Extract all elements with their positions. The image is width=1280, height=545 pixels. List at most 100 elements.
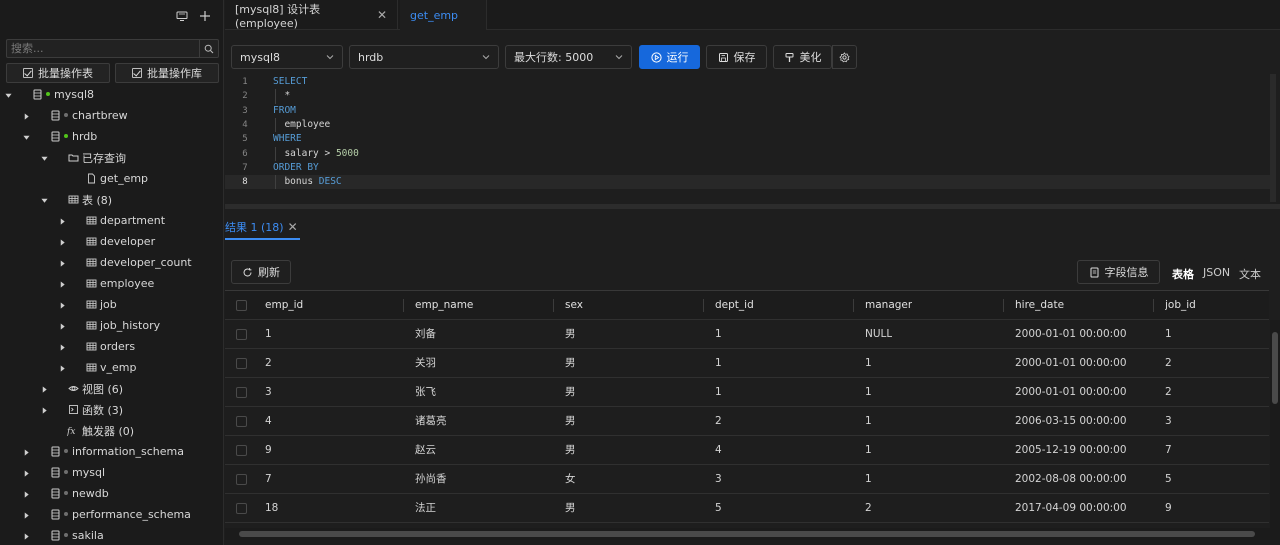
chevron-right-icon[interactable] [22,112,30,120]
tree-item-developer[interactable]: developer [0,231,223,252]
column-header-emp-name[interactable]: emp_name [415,291,473,320]
table-cell[interactable]: 5 [1165,465,1172,494]
table-cell[interactable]: 诸葛亮 [415,407,447,436]
search-button[interactable] [199,40,218,57]
tree-item-performance_schema[interactable]: performance_schema [0,504,223,525]
view-table[interactable]: 表格 [1172,266,1194,282]
scroll-thumb[interactable] [1272,332,1278,404]
refresh-button[interactable]: 刷新 [231,260,291,284]
tree-item-mysql[interactable]: mysql [0,462,223,483]
row-checkbox[interactable] [236,387,247,398]
code-line[interactable]: 4 employee [225,117,1270,133]
tree-item-chartbrew[interactable]: chartbrew [0,105,223,126]
max-rows-select[interactable]: 最大行数: 5000 [505,45,632,69]
pane-splitter[interactable] [225,204,1280,209]
tree-item-6[interactable]: 视图 (6) [0,378,223,399]
tree-item-8[interactable]: 表 (8) [0,189,223,210]
table-cell[interactable]: 3 [715,465,722,494]
chevron-right-icon[interactable] [58,280,66,288]
database-select[interactable]: hrdb [349,45,499,69]
table-cell[interactable]: 1 [865,349,872,378]
column-resize-handle[interactable] [553,299,554,312]
code-line[interactable]: 5 WHERE [225,132,1270,146]
chevron-down-icon[interactable] [40,154,48,162]
chevron-right-icon[interactable] [22,490,30,498]
table-cell[interactable]: 2000-01-01 00:00:00 [1015,349,1127,378]
tree-item-developer_count[interactable]: developer_count [0,252,223,273]
table-cell[interactable]: 2000-01-01 00:00:00 [1015,378,1127,407]
table-cell[interactable]: 2005-12-19 00:00:00 [1015,436,1127,465]
tree-item-employee[interactable]: employee [0,273,223,294]
table-cell[interactable]: 1 [715,320,722,349]
column-header-hire-date[interactable]: hire_date [1015,291,1064,320]
settings-button[interactable] [832,45,857,69]
table-cell[interactable]: 3 [1165,407,1172,436]
table-cell[interactable]: 关羽 [415,349,436,378]
table-cell[interactable]: 1 [715,349,722,378]
table-cell[interactable]: 2 [265,349,272,378]
table-cell[interactable]: 男 [565,494,576,523]
chevron-right-icon[interactable] [58,259,66,267]
table-cell[interactable]: 1 [1165,320,1172,349]
table-cell[interactable]: 1 [865,436,872,465]
table-cell[interactable]: 男 [565,320,576,349]
row-checkbox[interactable] [236,474,247,485]
table-cell[interactable]: 男 [565,378,576,407]
tree-item-job_history[interactable]: job_history [0,315,223,336]
tree-item-department[interactable]: department [0,210,223,231]
table-cell[interactable]: 女 [565,465,576,494]
tab-get-emp[interactable]: get_emp [400,0,487,30]
table-cell[interactable]: 1 [715,378,722,407]
table-cell[interactable]: 刘备 [415,320,436,349]
table-row[interactable]: 9 赵云 男 4 1 2005-12-19 00:00:00 7 [225,436,1269,465]
tab-design-employee[interactable]: [mysql8] 设计表 (employee) ✕ [225,0,398,30]
table-cell[interactable]: 2002-08-08 00:00:00 [1015,465,1127,494]
column-resize-handle[interactable] [1003,299,1004,312]
table-cell[interactable]: 法正 [415,494,436,523]
search-input[interactable] [7,40,197,57]
table-cell[interactable]: 2000-01-01 00:00:00 [1015,320,1127,349]
monitor-icon[interactable] [174,10,190,26]
table-cell[interactable]: 1 [865,378,872,407]
chevron-right-icon[interactable] [40,385,48,393]
table-cell[interactable]: 3 [265,378,272,407]
tree-item-information_schema[interactable]: information_schema [0,441,223,462]
code-line[interactable]: 7 ORDER BY [225,161,1270,175]
chevron-right-icon[interactable] [58,364,66,372]
batch-table-button[interactable]: 批量操作表 [6,63,110,83]
table-cell[interactable]: 9 [265,436,272,465]
row-checkbox[interactable] [236,416,247,427]
chevron-right-icon[interactable] [58,238,66,246]
table-cell[interactable]: 2017-04-09 00:00:00 [1015,494,1127,523]
code-line[interactable]: 8 bonus DESC [225,175,1270,190]
column-resize-handle[interactable] [1153,299,1154,312]
select-all-checkbox[interactable] [236,300,247,311]
chevron-right-icon[interactable] [22,469,30,477]
table-cell[interactable]: 5 [715,494,722,523]
table-cell[interactable]: 1 [865,407,872,436]
column-header-sex[interactable]: sex [565,291,583,320]
column-resize-handle[interactable] [853,299,854,312]
chevron-right-icon[interactable] [22,448,30,456]
result-tab[interactable]: 结果 1 (18) ✕ [225,215,300,240]
column-resize-handle[interactable] [403,299,404,312]
tree-item-job[interactable]: job [0,294,223,315]
sql-editor[interactable]: 1 SELECT 2 * 3 FROM 4 employee 5 WHERE 6 salary … [225,74,1280,204]
format-button[interactable]: 美化 [773,45,832,69]
view-text[interactable]: 文本 [1239,266,1261,282]
table-row[interactable]: 18 法正 男 5 2 2017-04-09 00:00:00 9 [225,494,1269,523]
table-cell[interactable]: 1 [865,465,872,494]
save-button[interactable]: 保存 [706,45,767,69]
table-cell[interactable]: 男 [565,407,576,436]
table-cell[interactable]: 4 [265,407,272,436]
chevron-right-icon[interactable] [58,301,66,309]
view-json[interactable]: JSON [1203,266,1230,279]
row-checkbox[interactable] [236,503,247,514]
tree-item-sakila[interactable]: sakila [0,525,223,545]
grid-vertical-scrollbar[interactable] [1270,320,1280,528]
table-cell[interactable]: 2 [865,494,872,523]
column-header-job-id[interactable]: job_id [1165,291,1196,320]
row-checkbox[interactable] [236,445,247,456]
table-row[interactable]: 7 孙尚香 女 3 1 2002-08-08 00:00:00 5 [225,465,1269,494]
tree-item-0[interactable]: fx 触发器 (0) [0,420,223,441]
